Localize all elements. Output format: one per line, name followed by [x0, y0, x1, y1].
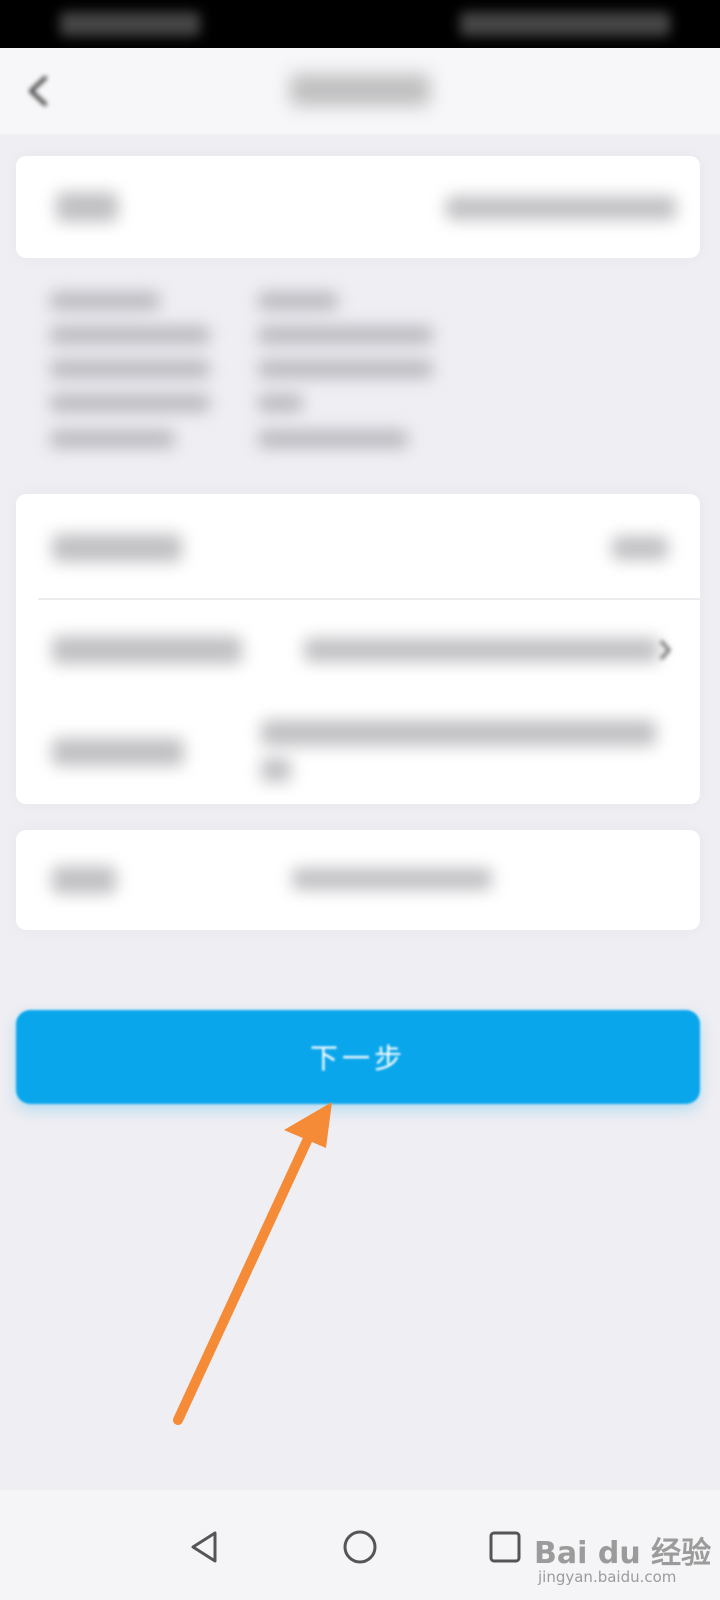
form-row-2-value-blur — [304, 638, 659, 662]
info-value-blur — [258, 326, 433, 344]
info-value-blur — [258, 430, 408, 448]
info-label-blur — [50, 360, 210, 378]
info-label-blur — [50, 394, 210, 412]
nav-recent-icon — [489, 1531, 521, 1563]
form-row-3-value-blur-b — [261, 758, 291, 782]
form-card — [16, 494, 714, 804]
form-row-2-label-blur — [52, 636, 242, 664]
next-button-label: 下一步 — [309, 1042, 406, 1075]
watermark-logo: Bai du 经验 — [534, 1536, 712, 1571]
status-right-blur — [460, 12, 670, 36]
nav-back-button[interactable] — [170, 1512, 240, 1582]
info-value-blur — [258, 360, 433, 378]
form-row-1-label-blur — [52, 534, 182, 562]
info-value-blur — [258, 292, 338, 310]
watermark-url: jingyan.baidu.com — [538, 1568, 677, 1586]
header — [0, 48, 720, 134]
phone-value-blur — [292, 868, 492, 890]
back-button[interactable] — [14, 68, 60, 114]
card-number-card — [16, 156, 700, 258]
form-row-3-value-blur-a — [261, 720, 656, 746]
status-bar — [0, 0, 720, 48]
info-label-blur — [50, 326, 210, 344]
form-row-1-value-blur — [612, 536, 668, 560]
phone-card[interactable] — [16, 830, 700, 930]
card-number-value-blur — [446, 196, 676, 220]
info-label-blur — [50, 292, 160, 310]
form-row-3-label-blur — [52, 738, 184, 766]
baidu-jingyan-watermark: Bai du 经验 jingyan.baidu.com — [534, 1528, 714, 1594]
status-left-blur — [60, 12, 200, 36]
chevron-right-icon — [659, 640, 672, 660]
nav-home-button[interactable] — [325, 1512, 395, 1582]
next-button[interactable]: 下一步 — [16, 1010, 700, 1104]
info-label-blur — [50, 430, 175, 448]
page-title — [260, 68, 460, 112]
nav-recent-button[interactable] — [470, 1512, 540, 1582]
nav-back-icon — [191, 1531, 217, 1563]
form-row-3[interactable] — [16, 702, 700, 804]
back-icon — [29, 76, 47, 106]
phone-label-blur — [52, 866, 116, 894]
info-value-blur — [258, 394, 303, 412]
card-number-label-blur — [56, 192, 118, 222]
form-row-1[interactable] — [16, 494, 700, 598]
nav-home-icon — [343, 1530, 377, 1564]
form-row-2[interactable] — [16, 600, 700, 702]
system-nav-bar: Bai du 经验 jingyan.baidu.com — [0, 1490, 720, 1600]
